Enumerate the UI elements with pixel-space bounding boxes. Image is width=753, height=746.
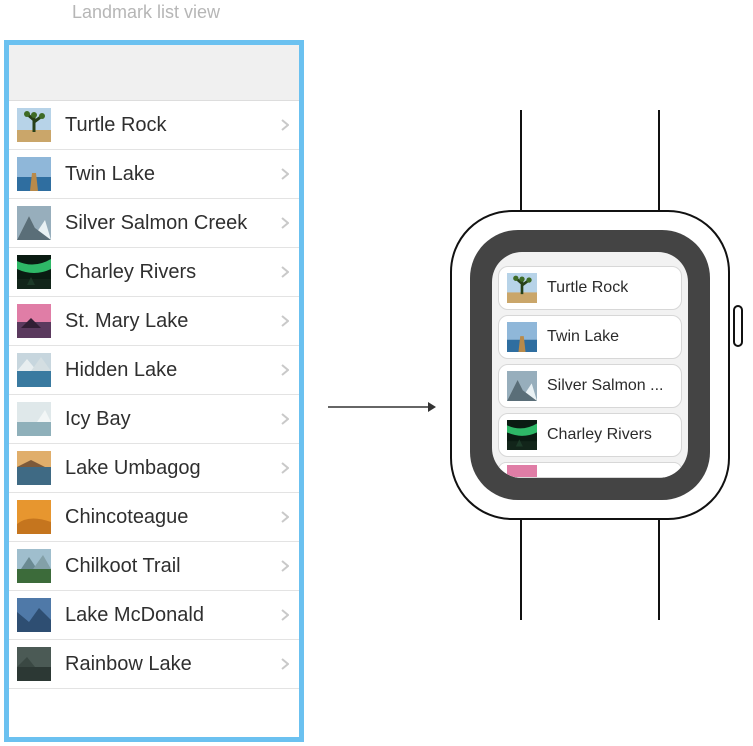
chevron-right-icon bbox=[281, 168, 289, 180]
chevron-right-icon bbox=[281, 658, 289, 670]
thumbnail-icon bbox=[17, 108, 51, 142]
list-row[interactable]: Lake Umbagog bbox=[9, 444, 299, 493]
list-row[interactable]: Rainbow Lake bbox=[9, 640, 299, 689]
list-row[interactable]: Charley Rivers bbox=[9, 248, 299, 297]
watch-band-top bbox=[520, 110, 660, 220]
flow-arrow bbox=[328, 400, 436, 412]
chevron-right-icon bbox=[281, 364, 289, 376]
list-row[interactable]: Twin Lake bbox=[9, 150, 299, 199]
chevron-right-icon bbox=[281, 413, 289, 425]
watch-crown[interactable] bbox=[733, 305, 743, 347]
list-row[interactable]: Hidden Lake bbox=[9, 346, 299, 395]
landmark-name-label: Chilkoot Trail bbox=[65, 555, 281, 578]
watch-list-row[interactable]: Twin Lake bbox=[498, 315, 682, 359]
list-row[interactable]: Turtle Rock bbox=[9, 101, 299, 150]
thumbnail-icon bbox=[17, 549, 51, 583]
thumbnail-icon bbox=[507, 322, 537, 352]
thumbnail-icon bbox=[507, 465, 537, 478]
diagram-caption: Landmark list view bbox=[72, 2, 220, 23]
chevron-right-icon bbox=[281, 217, 289, 229]
landmark-list[interactable]: Turtle Rock Twin Lake Silver Salmon Cree… bbox=[9, 101, 299, 737]
landmark-name-label: Silver Salmon Creek bbox=[65, 212, 281, 235]
watch-list-row[interactable] bbox=[498, 462, 682, 478]
chevron-right-icon bbox=[281, 560, 289, 572]
thumbnail-icon bbox=[17, 206, 51, 240]
thumbnail-icon bbox=[17, 255, 51, 289]
landmark-name-label: Icy Bay bbox=[65, 408, 281, 431]
thumbnail-icon bbox=[17, 598, 51, 632]
landmark-name-label: Charley Rivers bbox=[65, 261, 281, 284]
chevron-right-icon bbox=[281, 119, 289, 131]
thumbnail-icon bbox=[17, 157, 51, 191]
chevron-right-icon bbox=[281, 609, 289, 621]
landmark-list-panel: Turtle Rock Twin Lake Silver Salmon Cree… bbox=[4, 40, 304, 742]
landmark-name-label: Charley Rivers bbox=[547, 426, 652, 444]
list-row[interactable]: Lake McDonald bbox=[9, 591, 299, 640]
thumbnail-icon bbox=[17, 500, 51, 534]
thumbnail-icon bbox=[507, 420, 537, 450]
watch-device: Turtle Rock Twin Lake Silver Salmon ... … bbox=[440, 110, 740, 620]
watch-screen-list[interactable]: Turtle Rock Twin Lake Silver Salmon ... … bbox=[492, 252, 688, 478]
thumbnail-icon bbox=[17, 304, 51, 338]
watch-list-row[interactable]: Charley Rivers bbox=[498, 413, 682, 457]
thumbnail-icon bbox=[507, 371, 537, 401]
landmark-name-label: Hidden Lake bbox=[65, 359, 281, 382]
list-row[interactable]: Silver Salmon Creek bbox=[9, 199, 299, 248]
list-row[interactable]: Chincoteague bbox=[9, 493, 299, 542]
landmark-name-label: Rainbow Lake bbox=[65, 653, 281, 676]
landmark-name-label: Lake McDonald bbox=[65, 604, 281, 627]
watch-bezel: Turtle Rock Twin Lake Silver Salmon ... … bbox=[470, 230, 710, 500]
navigation-bar bbox=[9, 45, 299, 101]
landmark-name-label: Twin Lake bbox=[65, 163, 281, 186]
watch-case: Turtle Rock Twin Lake Silver Salmon ... … bbox=[450, 210, 730, 520]
thumbnail-icon bbox=[17, 451, 51, 485]
list-row[interactable]: Chilkoot Trail bbox=[9, 542, 299, 591]
chevron-right-icon bbox=[281, 315, 289, 327]
list-row[interactable]: Icy Bay bbox=[9, 395, 299, 444]
thumbnail-icon bbox=[507, 273, 537, 303]
landmark-name-label: Chincoteague bbox=[65, 506, 281, 529]
watch-band-bottom bbox=[520, 510, 660, 620]
landmark-name-label: Silver Salmon ... bbox=[547, 377, 663, 395]
landmark-name-label: Lake Umbagog bbox=[65, 457, 281, 480]
thumbnail-icon bbox=[17, 353, 51, 387]
chevron-right-icon bbox=[281, 266, 289, 278]
landmark-name-label: St. Mary Lake bbox=[65, 310, 281, 333]
list-row[interactable]: St. Mary Lake bbox=[9, 297, 299, 346]
watch-list-row[interactable]: Turtle Rock bbox=[498, 266, 682, 310]
chevron-right-icon bbox=[281, 462, 289, 474]
landmark-name-label: Turtle Rock bbox=[547, 279, 628, 297]
landmark-name-label: Twin Lake bbox=[547, 328, 619, 346]
thumbnail-icon bbox=[17, 647, 51, 681]
landmark-name-label: Turtle Rock bbox=[65, 114, 281, 137]
watch-list-row[interactable]: Silver Salmon ... bbox=[498, 364, 682, 408]
chevron-right-icon bbox=[281, 511, 289, 523]
thumbnail-icon bbox=[17, 402, 51, 436]
